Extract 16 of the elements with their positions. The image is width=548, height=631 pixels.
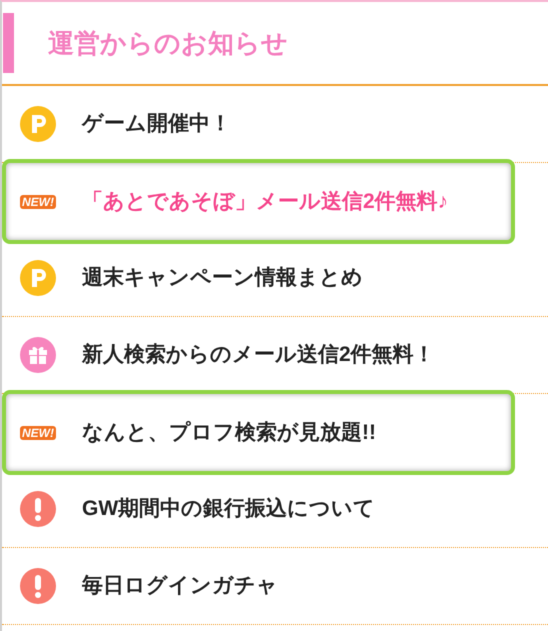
p-coin-icon xyxy=(20,260,56,296)
gift-icon xyxy=(20,337,56,373)
notice-link[interactable]: なんと、プロフ検索が見放題!! xyxy=(82,416,376,448)
new-badge: NEW! xyxy=(20,426,56,440)
notice-link[interactable]: 新人検索からのメール送信2件無料！ xyxy=(82,339,435,371)
notice-link[interactable]: 週末キャンペーン情報まとめ xyxy=(82,262,363,294)
exclamation-icon xyxy=(20,491,56,527)
p-coin-icon xyxy=(20,106,56,142)
exclamation-icon xyxy=(20,568,56,604)
notice-link[interactable]: ゲーム開催中！ xyxy=(82,108,231,140)
notice-link[interactable]: 毎日ログインガチャ xyxy=(82,570,278,602)
notice-link[interactable]: GW期間中の銀行振込について xyxy=(82,493,376,525)
highlighted-notice[interactable]: NEW! なんと、プロフ検索が見放題!! xyxy=(2,390,515,475)
new-badge: NEW! xyxy=(20,194,56,208)
accent-bar xyxy=(3,13,14,73)
section-title: 運営からのお知らせ xyxy=(48,26,288,60)
